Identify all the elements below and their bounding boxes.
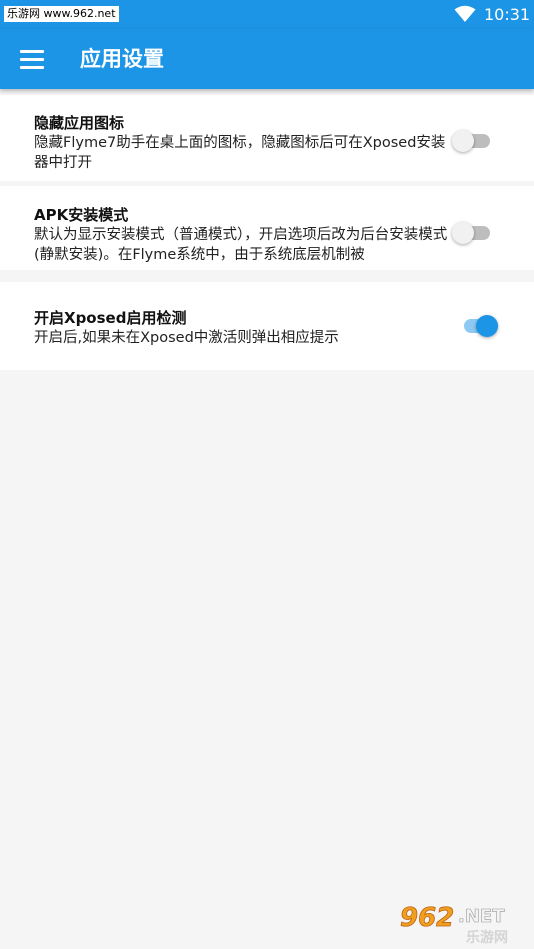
setting-title: 开启Xposed启用检测 <box>34 309 187 327</box>
page-title: 应用设置 <box>80 47 164 71</box>
watermark-brand: 962 <box>400 903 454 933</box>
watermark-logo: 962 .NET 乐游网 <box>400 903 508 946</box>
xposed-detection-switch[interactable] <box>460 313 502 339</box>
watermark-suffix: .NET <box>458 906 505 927</box>
watermark-name: 乐游网 <box>466 929 508 946</box>
setting-hide-app-icon[interactable]: 隐藏应用图标 隐藏Flyme7助手在桌上面的图标，隐藏图标后可在Xposed安装… <box>0 95 534 181</box>
status-bar: 乐游网 www.962.net 10:31 <box>0 0 534 29</box>
setting-xposed-detection[interactable]: 开启Xposed启用检测 开启后,如果未在Xposed中激活则弹出相应提示 <box>0 282 534 370</box>
install-mode-switch[interactable] <box>452 220 494 246</box>
hide-icon-switch[interactable] <box>452 128 494 154</box>
wifi-icon <box>454 5 476 22</box>
watermark-label: 乐游网 www.962.net <box>4 6 119 22</box>
setting-description: 开启后,如果未在Xposed中激活则弹出相应提示 <box>34 330 339 346</box>
setting-apk-install-mode[interactable]: APK安装模式 默认为显示安装模式（普通模式），开启选项后改为后台安装模式(静默… <box>0 186 534 270</box>
setting-description: 隐藏Flyme7助手在桌上面的图标，隐藏图标后可在Xposed安装器中打开 <box>34 135 446 171</box>
setting-title: 隐藏应用图标 <box>34 114 125 132</box>
menu-button[interactable] <box>12 42 52 76</box>
setting-description: 默认为显示安装模式（普通模式），开启选项后改为后台安装模式(静默安装)。在Fly… <box>34 227 448 263</box>
setting-title: APK安装模式 <box>34 206 129 224</box>
status-time: 10:31 <box>484 5 531 24</box>
app-bar: 应用设置 <box>0 29 534 89</box>
